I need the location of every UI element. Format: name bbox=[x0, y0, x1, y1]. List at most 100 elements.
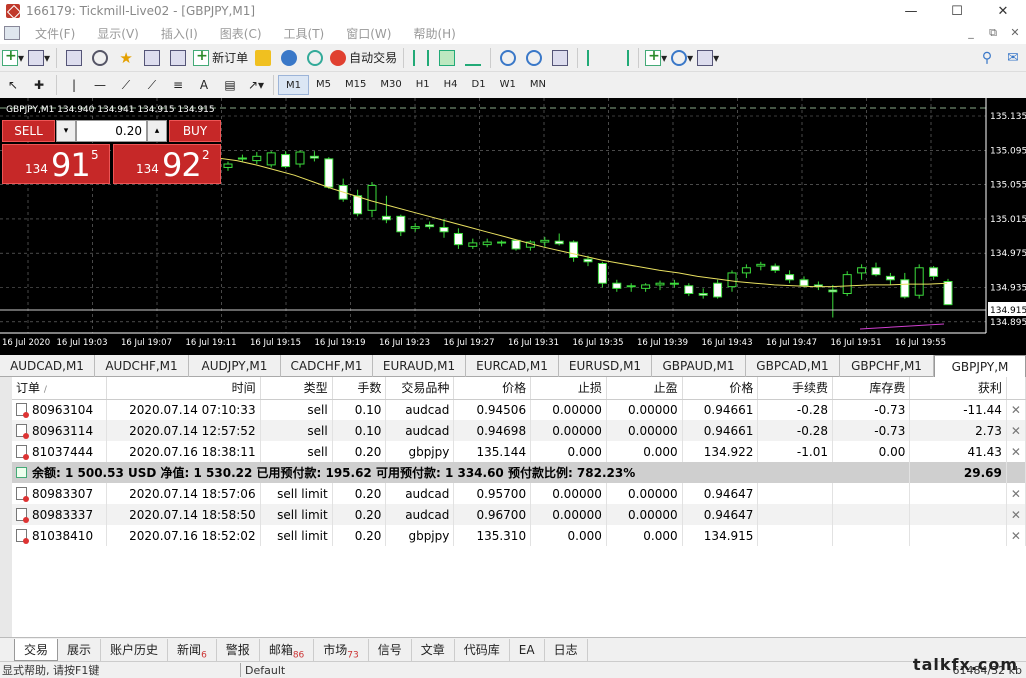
timeframe-d1[interactable]: D1 bbox=[465, 75, 493, 95]
tab-4[interactable]: 警报 bbox=[217, 638, 260, 661]
tab-0[interactable]: 交易 bbox=[14, 638, 59, 661]
tab-3[interactable]: 新闻6 bbox=[168, 638, 217, 661]
signals-button[interactable] bbox=[278, 47, 300, 69]
data-window-button[interactable] bbox=[89, 47, 111, 69]
tab-audjpy[interactable]: AUDJPY,M1 bbox=[189, 355, 281, 377]
menu-tools[interactable]: 工具(T) bbox=[273, 25, 336, 42]
menu-help[interactable]: 帮助(H) bbox=[402, 25, 466, 42]
tab-euraud[interactable]: EURAUD,M1 bbox=[373, 355, 466, 377]
close-order-icon[interactable]: ✕ bbox=[1006, 504, 1026, 525]
tab-5[interactable]: 邮箱86 bbox=[260, 638, 315, 661]
bar-chart-button[interactable] bbox=[410, 47, 432, 69]
menu-window[interactable]: 窗口(W) bbox=[335, 25, 402, 42]
auto-trading-button[interactable]: 自动交易 bbox=[330, 47, 397, 69]
trendline-tool[interactable]: ⟋ bbox=[115, 74, 137, 96]
chat-button[interactable]: ✉ bbox=[1002, 47, 1024, 69]
menu-insert[interactable]: 插入(I) bbox=[150, 25, 209, 42]
tile-windows-button[interactable] bbox=[549, 47, 571, 69]
tab-eurusd[interactable]: EURUSD,M1 bbox=[559, 355, 652, 377]
child-close-icon[interactable]: ✕ bbox=[1004, 26, 1026, 40]
col-commission[interactable]: 手续费 bbox=[757, 377, 833, 400]
timeframe-h1[interactable]: H1 bbox=[409, 75, 437, 95]
order-row[interactable]: 80963104 2020.07.14 07:10:33 sell 0.10 audca… bbox=[12, 399, 1026, 420]
close-order-icon[interactable]: ✕ bbox=[1006, 441, 1026, 462]
tab-cadchf[interactable]: CADCHF,M1 bbox=[281, 355, 373, 377]
tab-gbpcad[interactable]: GBPCAD,M1 bbox=[746, 355, 840, 377]
col-price[interactable]: 价格 bbox=[453, 377, 532, 400]
child-minimize-icon[interactable]: _ bbox=[960, 26, 982, 40]
text-tool[interactable]: A bbox=[193, 74, 215, 96]
zoom-in-button[interactable] bbox=[497, 47, 519, 69]
tab-gbpjpy[interactable]: GBPJPY,M bbox=[934, 355, 1026, 377]
close-order-icon[interactable]: ✕ bbox=[1006, 525, 1026, 546]
search-button[interactable]: ⚲ bbox=[976, 47, 998, 69]
col-order[interactable]: 订单 / bbox=[12, 377, 107, 400]
label-tool[interactable]: ▤ bbox=[219, 74, 241, 96]
order-row[interactable]: 81037444 2020.07.16 18:38:11 sell 0.20 gbpjp… bbox=[12, 441, 1026, 462]
col-sl[interactable]: 止损 bbox=[530, 377, 607, 400]
close-order-icon[interactable]: ✕ bbox=[1006, 399, 1026, 420]
cursor-tool[interactable]: ↖ bbox=[2, 74, 24, 96]
col-type[interactable]: 类型 bbox=[260, 377, 333, 400]
vps-button[interactable] bbox=[304, 47, 326, 69]
tab-9[interactable]: 代码库 bbox=[455, 638, 510, 661]
tab-6[interactable]: 市场73 bbox=[314, 638, 369, 661]
lot-decrease-button[interactable]: ▾ bbox=[56, 120, 76, 142]
metaeditor-button[interactable] bbox=[252, 47, 274, 69]
timeframe-w1[interactable]: W1 bbox=[493, 75, 523, 95]
order-row[interactable]: 80963114 2020.07.14 12:57:52 sell 0.10 audca… bbox=[12, 420, 1026, 441]
pending-row[interactable]: 81038410 2020.07.16 18:52:02 sell limit 0.2… bbox=[12, 525, 1026, 546]
tab-gbpchf[interactable]: GBPCHF,M1 bbox=[840, 355, 934, 377]
child-restore-icon[interactable]: ⧉ bbox=[982, 26, 1004, 40]
fibonacci-tool[interactable]: ≡ bbox=[167, 74, 189, 96]
indicators-button[interactable]: ▾ bbox=[645, 47, 667, 69]
lot-increase-button[interactable]: ▴ bbox=[147, 120, 167, 142]
tester-button[interactable] bbox=[167, 47, 189, 69]
chart-shift-button[interactable] bbox=[610, 47, 632, 69]
crosshair-tool[interactable]: ✚ bbox=[28, 74, 50, 96]
buy-price-box[interactable]: 134 92 2 bbox=[113, 144, 221, 184]
timeframe-m1[interactable]: M1 bbox=[278, 75, 309, 95]
vertical-line-tool[interactable]: | bbox=[63, 74, 85, 96]
tab-gbpaud[interactable]: GBPAUD,M1 bbox=[652, 355, 746, 377]
timeframe-mn[interactable]: MN bbox=[523, 75, 553, 95]
zoom-out-button[interactable] bbox=[523, 47, 545, 69]
new-chart-button[interactable]: ▾ bbox=[2, 47, 24, 69]
tab-2[interactable]: 账户历史 bbox=[101, 638, 169, 661]
timeframe-m30[interactable]: M30 bbox=[373, 75, 408, 95]
tab-eurcad[interactable]: EURCAD,M1 bbox=[466, 355, 559, 377]
market-watch-button[interactable] bbox=[63, 47, 85, 69]
sell-price-box[interactable]: 134 91 5 bbox=[2, 144, 110, 184]
navigator-button[interactable]: ★ bbox=[115, 47, 137, 69]
channel-tool[interactable]: ⟋ bbox=[141, 74, 163, 96]
buy-button[interactable]: BUY bbox=[169, 120, 221, 142]
tab-11[interactable]: 日志 bbox=[545, 638, 588, 661]
timeframe-m5[interactable]: M5 bbox=[309, 75, 338, 95]
col-swap[interactable]: 库存费 bbox=[832, 377, 911, 400]
line-chart-button[interactable] bbox=[462, 47, 484, 69]
tab-8[interactable]: 文章 bbox=[412, 638, 455, 661]
col-lots[interactable]: 手数 bbox=[332, 377, 387, 400]
menu-file[interactable]: 文件(F) bbox=[24, 25, 86, 42]
col-current-price[interactable]: 价格 bbox=[682, 377, 759, 400]
horizontal-line-tool[interactable]: — bbox=[89, 74, 111, 96]
price-chart[interactable]: GBPJPY,M1 134.940 134.941 134.915 134.91… bbox=[0, 98, 1026, 355]
tab-7[interactable]: 信号 bbox=[369, 638, 412, 661]
tab-audcad[interactable]: AUDCAD,M1 bbox=[0, 355, 95, 377]
arrows-tool[interactable]: ↗ ▾ bbox=[245, 74, 267, 96]
timeframe-h4[interactable]: H4 bbox=[437, 75, 465, 95]
tab-1[interactable]: 展示 bbox=[58, 638, 102, 661]
pending-row[interactable]: 80983337 2020.07.14 18:58:50 sell limit 0.2… bbox=[12, 504, 1026, 525]
lot-size-input[interactable]: 0.20 bbox=[76, 120, 147, 142]
pending-row[interactable]: 80983307 2020.07.14 18:57:06 sell limit 0.2… bbox=[12, 483, 1026, 504]
tab-audchf[interactable]: AUDCHF,M1 bbox=[95, 355, 189, 377]
timeframe-m15[interactable]: M15 bbox=[338, 75, 373, 95]
col-profit[interactable]: 获利 bbox=[909, 377, 1007, 400]
periods-button[interactable]: ▾ bbox=[671, 47, 693, 69]
minimize-icon[interactable]: — bbox=[888, 0, 934, 22]
sell-button[interactable]: SELL bbox=[2, 120, 55, 142]
close-icon[interactable]: ✕ bbox=[980, 0, 1026, 22]
tab-10[interactable]: EA bbox=[510, 638, 545, 661]
close-order-icon[interactable]: ✕ bbox=[1006, 420, 1026, 441]
candle-chart-button[interactable] bbox=[436, 47, 458, 69]
